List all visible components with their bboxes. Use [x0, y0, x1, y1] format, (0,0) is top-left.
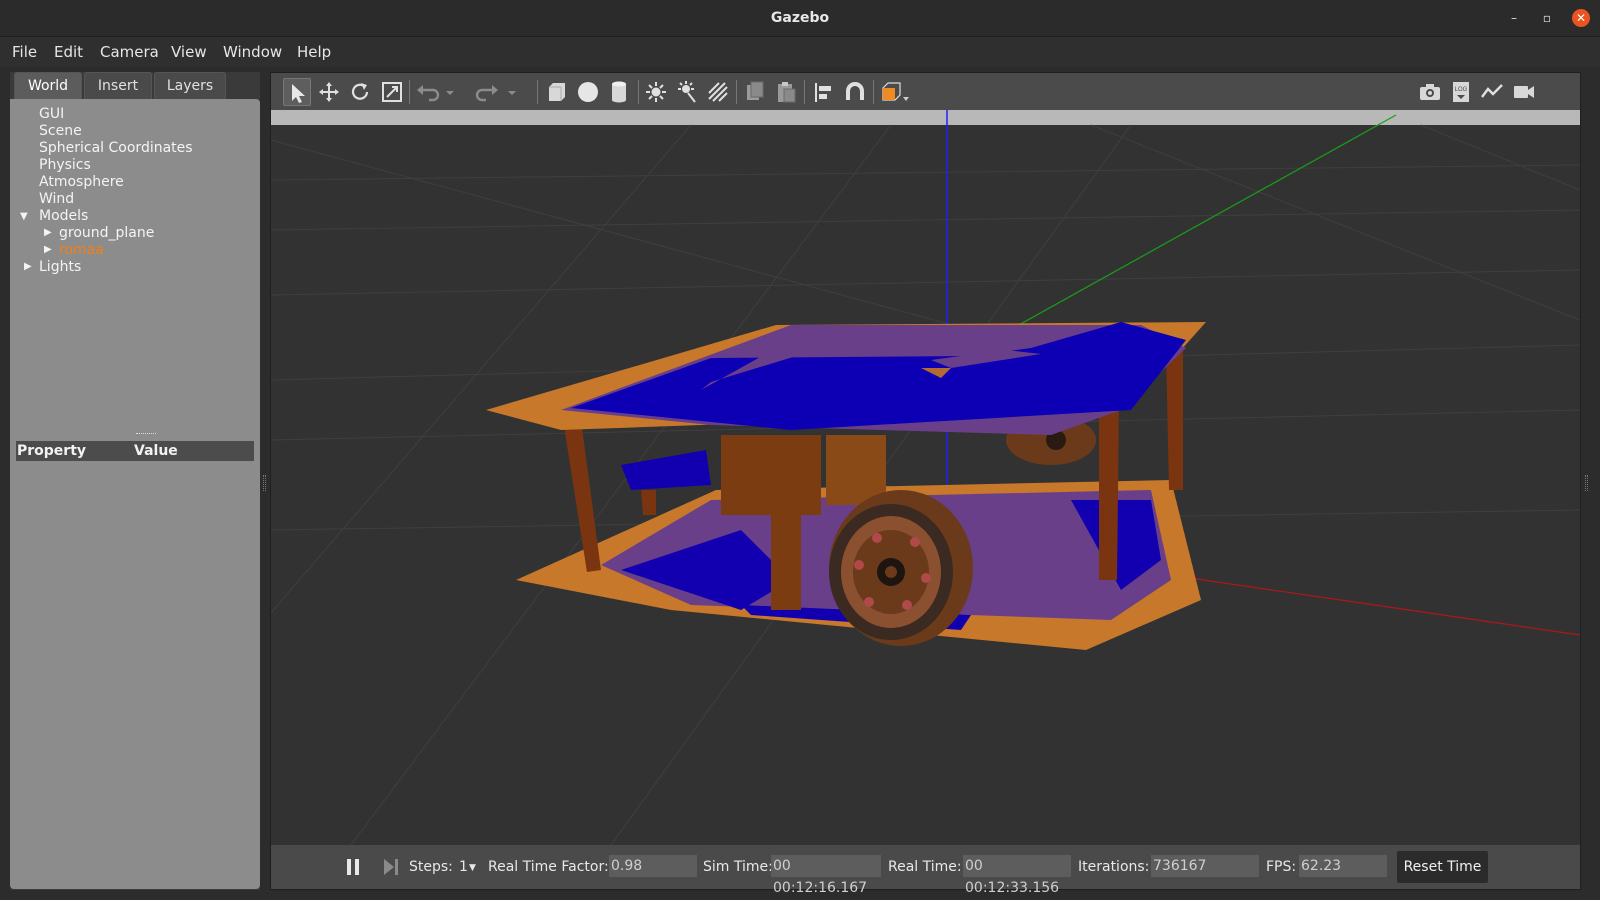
align-icon[interactable]: [810, 78, 838, 106]
tab-layers[interactable]: Layers: [154, 72, 226, 99]
directional-light-icon[interactable]: [704, 78, 732, 106]
toolbar-separator: [409, 80, 410, 104]
pause-icon[interactable]: [345, 857, 361, 877]
collapsed-arrow-icon[interactable]: ▶: [24, 261, 32, 272]
menu-view[interactable]: View: [171, 43, 207, 61]
record-video-icon[interactable]: [1510, 78, 1538, 106]
panel-splitter-handle[interactable]: [136, 433, 156, 435]
tree-item-wind[interactable]: Wind: [39, 191, 74, 207]
left-resize-grip[interactable]: [263, 475, 266, 491]
toolbar-separator: [804, 80, 805, 104]
rotate-icon[interactable]: [346, 78, 374, 106]
menu-window[interactable]: Window: [223, 43, 282, 61]
real-time-factor-field: 0.98: [609, 855, 697, 877]
steps-value[interactable]: 1: [459, 859, 468, 875]
tree-item-gui[interactable]: GUI: [39, 106, 64, 122]
fps-label: FPS:: [1266, 859, 1297, 875]
left-panel: World Insert Layers GUI Scene Spherical …: [10, 72, 260, 890]
minimize-button[interactable]: –: [1505, 9, 1523, 27]
status-bar: Steps: 1 ▼ Real Time Factor: 0.98 Sim Ti…: [271, 845, 1580, 896]
undo-history-dropdown[interactable]: [443, 78, 457, 106]
paste-icon[interactable]: [772, 78, 800, 106]
toolbar-separator: [736, 80, 737, 104]
menu-bar: File Edit Camera View Window Help: [0, 37, 1600, 67]
menu-edit[interactable]: Edit: [54, 43, 83, 61]
tab-world[interactable]: World: [14, 72, 82, 99]
iterations-field: 736167: [1151, 855, 1259, 877]
reset-time-button[interactable]: Reset Time: [1397, 851, 1488, 883]
property-table-header: Property Value: [16, 441, 254, 461]
tree-item-models[interactable]: Models: [39, 208, 88, 224]
point-light-icon[interactable]: [642, 78, 670, 106]
spot-light-icon[interactable]: [673, 78, 701, 106]
tree-item-physics[interactable]: Physics: [39, 157, 91, 173]
scale-icon[interactable]: [378, 78, 406, 106]
real-time-factor-label: Real Time Factor:: [488, 859, 609, 875]
tree-item-spherical-coordinates[interactable]: Spherical Coordinates: [39, 140, 193, 156]
world-tree: GUI Scene Spherical Coordinates Physics …: [10, 99, 260, 889]
toolbar-separator: [873, 80, 874, 104]
step-forward-icon[interactable]: [382, 857, 400, 877]
tree-item-romaa[interactable]: romaa: [59, 242, 104, 258]
snap-magnet-icon[interactable]: [841, 78, 869, 106]
sim-time-field: 00 00:12:16.167: [771, 855, 881, 896]
iterations-label: Iterations:: [1078, 859, 1150, 875]
collapsed-arrow-icon[interactable]: ▶: [44, 227, 52, 238]
right-resize-grip[interactable]: [1585, 475, 1588, 491]
steps-dropdown-icon[interactable]: ▼: [469, 863, 476, 873]
undo-icon[interactable]: [413, 78, 441, 106]
screenshot-icon[interactable]: [1416, 78, 1444, 106]
real-time-field: 00 00:12:33.156: [963, 855, 1071, 896]
steps-label: Steps:: [409, 859, 453, 875]
sim-time-label: Sim Time:: [703, 859, 773, 875]
tree-item-scene[interactable]: Scene: [39, 123, 82, 139]
close-button[interactable]: ✕: [1572, 9, 1590, 27]
title-bar: Gazebo – ▫ ✕: [0, 0, 1600, 37]
3d-scene-render: [271, 110, 1580, 845]
redo-history-dropdown[interactable]: [505, 78, 519, 106]
menu-camera[interactable]: Camera: [100, 43, 159, 61]
copy-icon[interactable]: [741, 78, 769, 106]
translate-icon[interactable]: [315, 78, 343, 106]
scene-toolbar: LOG: [271, 73, 1580, 110]
menu-file[interactable]: File: [12, 43, 37, 61]
property-column-header[interactable]: Property: [17, 443, 86, 459]
cylinder-icon[interactable]: [605, 78, 633, 106]
plot-icon[interactable]: [1478, 78, 1506, 106]
toolbar-separator: [537, 80, 538, 104]
menu-help[interactable]: Help: [297, 43, 331, 61]
redo-icon[interactable]: [474, 78, 502, 106]
tree-item-lights[interactable]: Lights: [39, 259, 81, 275]
tab-insert[interactable]: Insert: [84, 72, 152, 99]
window-title: Gazebo: [770, 10, 830, 26]
view-angle-icon[interactable]: [878, 78, 912, 106]
toolbar-separator: [638, 80, 639, 104]
svg-text:LOG: LOG: [1455, 87, 1468, 93]
log-icon[interactable]: LOG: [1447, 78, 1475, 106]
box-icon[interactable]: [543, 78, 571, 106]
collapsed-arrow-icon[interactable]: ▶: [44, 244, 52, 255]
fps-field: 62.23: [1299, 855, 1387, 877]
real-time-label: Real Time:: [888, 859, 962, 875]
value-column-header[interactable]: Value: [134, 443, 178, 459]
tree-item-ground-plane[interactable]: ground_plane: [59, 225, 154, 241]
expanded-arrow-icon[interactable]: ▼: [20, 211, 28, 222]
select-arrow-icon[interactable]: [283, 78, 311, 106]
3d-viewport[interactable]: [271, 110, 1580, 845]
scene-view: LOG Steps: 1 ▼ Real Time Factor: 0.98 Si…: [270, 72, 1581, 896]
maximize-button[interactable]: ▫: [1538, 9, 1556, 27]
sphere-icon[interactable]: [574, 78, 602, 106]
tree-item-atmosphere[interactable]: Atmosphere: [39, 174, 124, 190]
